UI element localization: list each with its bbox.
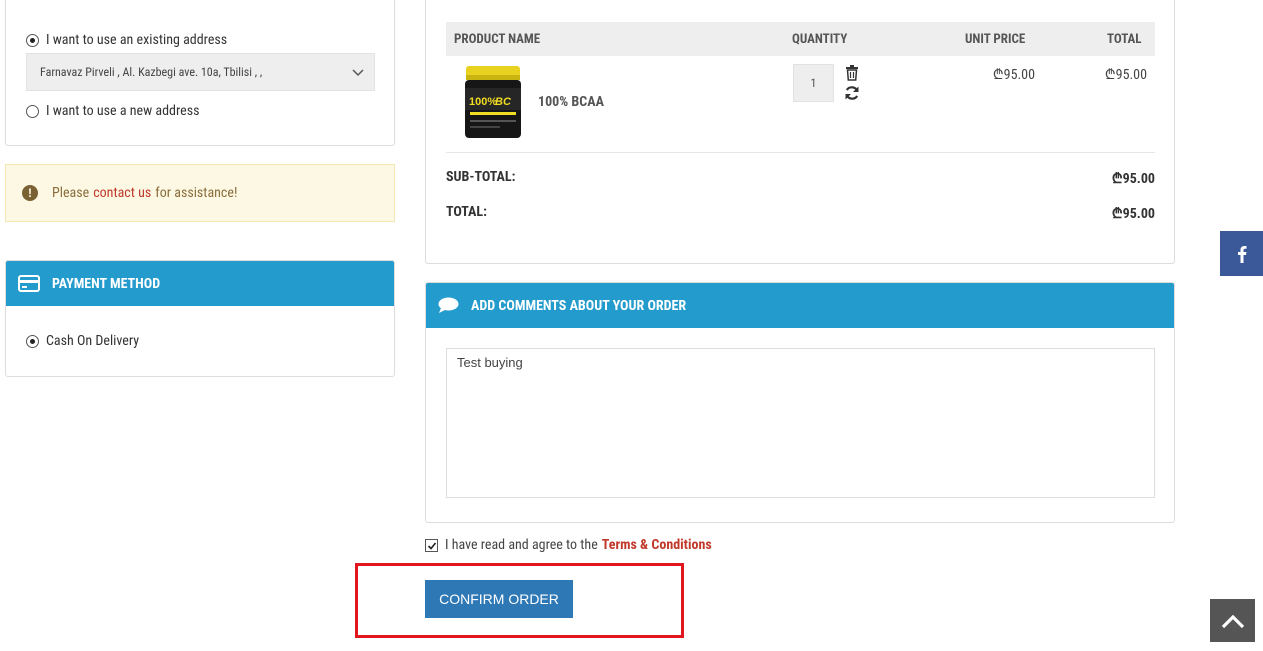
header-product-name: PRODUCT NAME [454,32,541,47]
total-value: ₾95.00 [1111,206,1155,222]
address-select[interactable]: Farnavaz Pirveli , Al. Kazbegi ave. 10a,… [26,53,375,91]
assistance-alert: ! Please contact us for assistance! [5,164,395,222]
svg-text:100%: 100% [469,96,497,108]
product-image[interactable]: 100% BC [462,62,524,142]
terms-conditions-link[interactable]: Terms & Conditions [602,537,712,553]
product-name[interactable]: 100% BCAA [538,94,604,110]
confirm-order-button[interactable]: CONFIRM ORDER [425,580,573,618]
order-comments-textarea[interactable]: Test buying [446,348,1155,498]
terms-agreement-label: I have read and agree to the [445,537,598,553]
order-comments-panel: ADD COMMENTS ABOUT YOUR ORDER Test buyin… [425,282,1175,523]
order-comments-heading: ADD COMMENTS ABOUT YOUR ORDER [426,283,1174,328]
refresh-icon[interactable] [843,84,861,102]
cash-on-delivery-radio[interactable] [26,334,39,348]
new-address-label: I want to use a new address [46,103,200,119]
cart-table-header: PRODUCT NAME QUANTITY UNIT PRICE TOTAL [446,22,1155,56]
cart-summary-panel: PRODUCT NAME QUANTITY UNIT PRICE TOTAL 1… [425,0,1175,264]
credit-card-icon [18,275,40,292]
cart-divider [446,152,1155,153]
shipping-address-panel: I want to use an existing address Farnav… [5,0,395,146]
scroll-to-top-button[interactable] [1210,599,1255,642]
order-comments-title: ADD COMMENTS ABOUT YOUR ORDER [471,297,687,314]
subtotal-label: SUB-TOTAL: [446,169,516,185]
line-total-value: ₾95.00 [1104,67,1147,83]
address-select-value: Farnavaz Pirveli , Al. Kazbegi ave. 10a,… [40,65,263,79]
quantity-input[interactable]: 1 [793,64,834,102]
alert-prefix: Please [52,185,90,201]
contact-us-link[interactable]: contact us [93,185,151,201]
exclamation-icon: ! [22,185,38,201]
trash-icon[interactable] [843,64,861,82]
facebook-icon [1237,245,1246,263]
alert-suffix: for assistance! [155,185,238,201]
cash-on-delivery-option[interactable]: Cash On Delivery [26,333,139,349]
unit-price-value: ₾95.00 [992,67,1035,83]
new-address-radio[interactable] [26,104,39,118]
terms-agreement: I have read and agree to the Terms & Con… [425,537,712,553]
existing-address-option[interactable]: I want to use an existing address [26,32,227,48]
payment-method-panel: PAYMENT METHOD Cash On Delivery [5,260,395,377]
new-address-option[interactable]: I want to use a new address [26,103,199,119]
existing-address-label: I want to use an existing address [46,32,228,48]
cash-on-delivery-label: Cash On Delivery [46,333,140,349]
facebook-share-button[interactable] [1220,231,1263,276]
chevron-down-icon [352,69,364,77]
checkmark-icon [427,541,437,550]
terms-checkbox[interactable] [425,538,438,552]
existing-address-radio[interactable] [26,33,39,47]
header-total: TOTAL [1107,32,1142,47]
header-quantity: QUANTITY [792,32,848,47]
subtotal-value: ₾95.00 [1111,171,1155,187]
header-unit-price: UNIT PRICE [965,32,1026,47]
total-label: TOTAL: [446,204,487,220]
chevron-up-icon [1221,614,1244,628]
payment-method-title: PAYMENT METHOD [52,275,161,292]
comment-icon [438,297,459,313]
payment-method-heading: PAYMENT METHOD [6,261,394,306]
svg-text:BC: BC [495,96,512,108]
